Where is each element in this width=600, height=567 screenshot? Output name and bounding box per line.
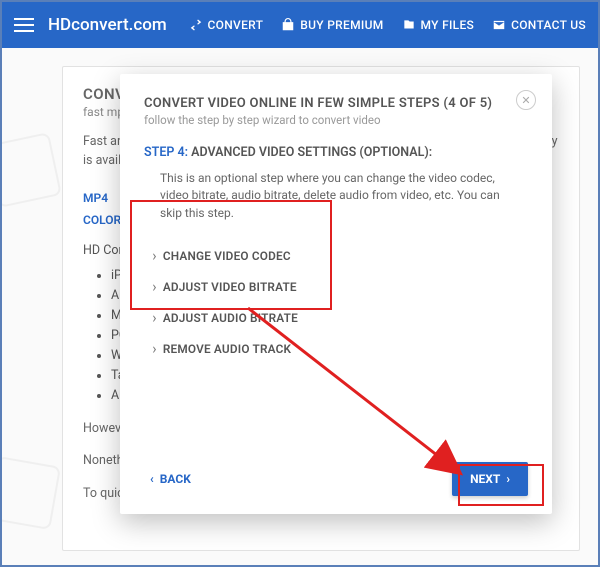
modal-step-heading: STEP 4: ADVANCED VIDEO SETTINGS (OPTIONA… — [144, 145, 528, 160]
modal-subtitle: follow the step by step wizard to conver… — [144, 113, 528, 127]
modal-footer: ‹ BACK NEXT › — [144, 452, 528, 496]
chevron-right-icon: › — [152, 309, 156, 326]
brand[interactable]: HDconvert.com — [48, 15, 167, 35]
swap-icon — [189, 18, 203, 32]
next-button[interactable]: NEXT › — [452, 462, 528, 496]
nav-contact[interactable]: CONTACT US — [492, 18, 586, 32]
nav-label: BUY PREMIUM — [300, 18, 383, 32]
step-number: STEP 4: — [144, 145, 188, 160]
nav-premium[interactable]: BUY PREMIUM — [281, 18, 383, 32]
nav: CONVERT BUY PREMIUM MY FILES CONTACT US — [189, 18, 586, 32]
close-icon[interactable]: ✕ — [516, 90, 536, 110]
menu-icon[interactable] — [14, 18, 34, 32]
option-label: ADJUST VIDEO BITRATE — [163, 280, 297, 294]
option-adjust-video-bitrate[interactable]: › ADJUST VIDEO BITRATE — [150, 271, 334, 302]
modal-description: This is an optional step where you can c… — [160, 170, 522, 222]
back-button[interactable]: ‹ BACK — [144, 464, 197, 494]
tab-mp4[interactable]: MP4 — [83, 191, 108, 205]
step-title: ADVANCED VIDEO SETTINGS (OPTIONAL): — [191, 145, 432, 160]
options-group: › CHANGE VIDEO CODEC › ADJUST VIDEO BITR… — [146, 236, 340, 370]
option-label: ADJUST AUDIO BITRATE — [163, 311, 298, 325]
bag-icon — [281, 18, 295, 32]
mail-icon — [492, 18, 506, 32]
option-adjust-audio-bitrate[interactable]: › ADJUST AUDIO BITRATE — [150, 302, 334, 333]
topbar: HDconvert.com CONVERT BUY PREMIUM MY FIL… — [2, 2, 598, 48]
back-label: BACK — [160, 472, 191, 486]
chevron-right-icon: › — [152, 278, 156, 295]
chevron-left-icon: ‹ — [150, 472, 154, 486]
modal-title: CONVERT VIDEO ONLINE IN FEW SIMPLE STEPS… — [144, 96, 528, 111]
nav-label: CONVERT — [208, 18, 264, 32]
option-label: CHANGE VIDEO CODEC — [163, 249, 291, 263]
option-label: REMOVE AUDIO TRACK — [163, 342, 291, 356]
chevron-right-icon: › — [152, 340, 156, 357]
nav-files[interactable]: MY FILES — [402, 18, 475, 32]
nav-label: MY FILES — [421, 18, 475, 32]
option-remove-audio-track[interactable]: › REMOVE AUDIO TRACK — [150, 333, 334, 364]
files-icon — [402, 18, 416, 32]
nav-convert[interactable]: CONVERT — [189, 18, 264, 32]
chevron-right-icon: › — [506, 472, 510, 486]
option-change-video-codec[interactable]: › CHANGE VIDEO CODEC — [150, 240, 334, 271]
next-label: NEXT — [470, 472, 500, 486]
wizard-modal: ✕ CONVERT VIDEO ONLINE IN FEW SIMPLE STE… — [120, 74, 552, 514]
chevron-right-icon: › — [152, 247, 156, 264]
nav-label: CONTACT US — [511, 18, 586, 32]
